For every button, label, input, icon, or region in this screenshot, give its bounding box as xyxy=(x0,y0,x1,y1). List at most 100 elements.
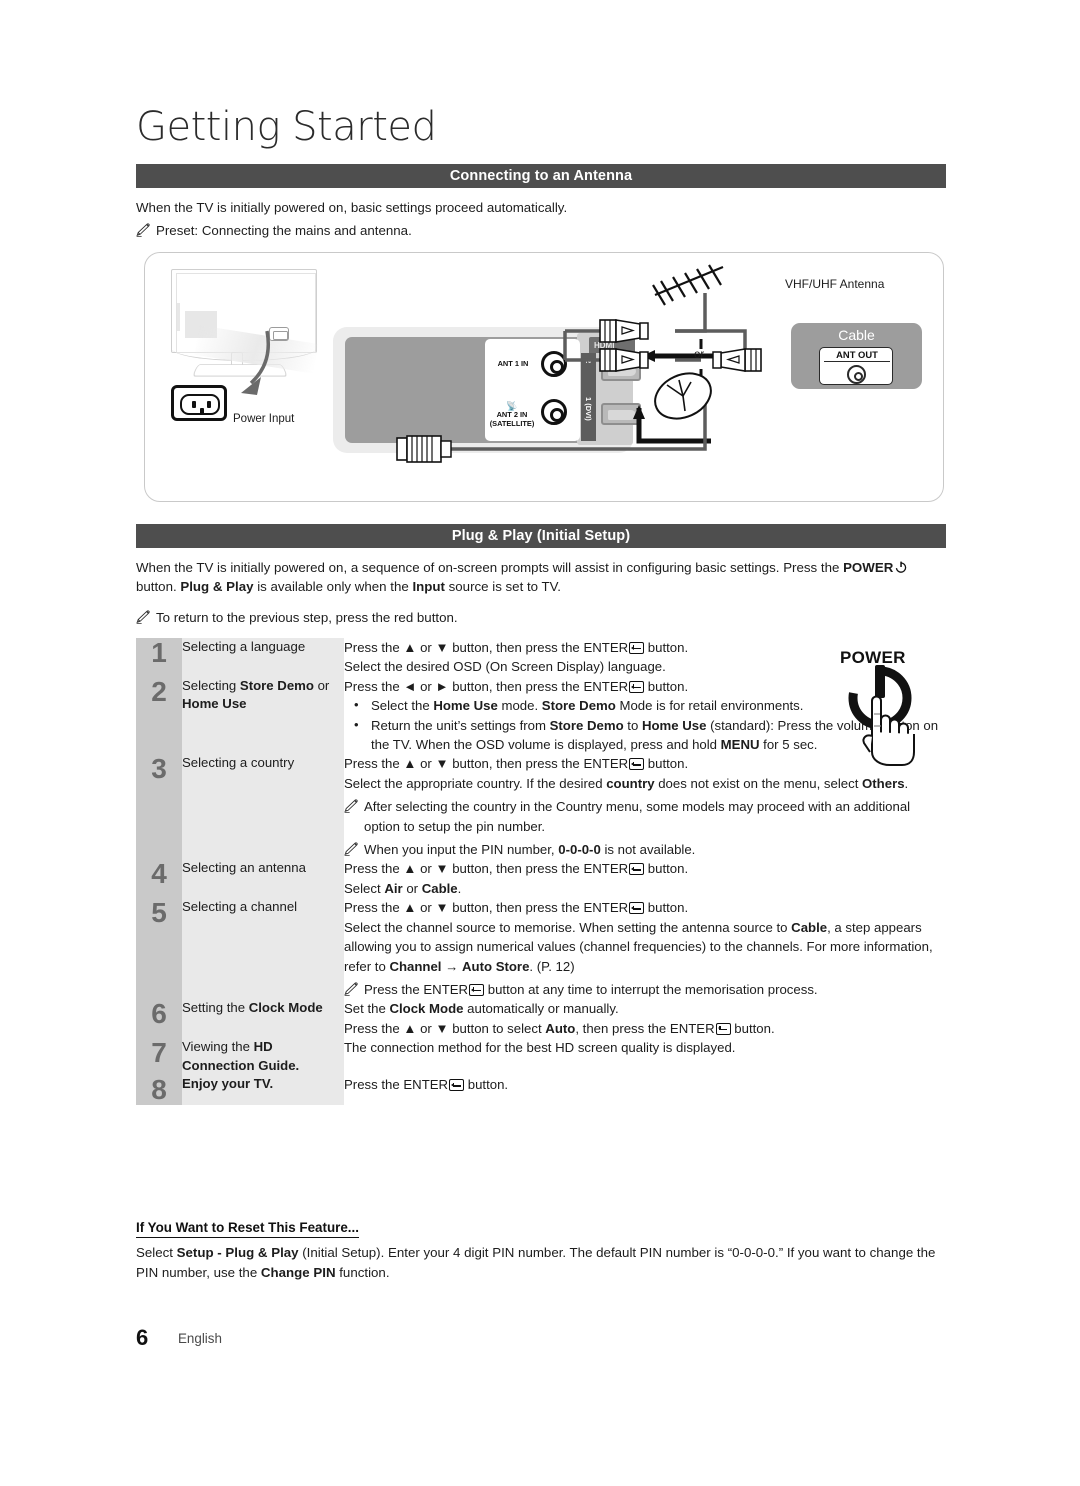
reset-feature-heading: If You Want to Reset This Feature... xyxy=(136,1220,359,1238)
step-label-pre: Selecting xyxy=(182,677,240,693)
step-label: Selecting a country xyxy=(182,754,344,860)
step-number: 8 xyxy=(136,1075,182,1106)
step-line: Press the ▲ or ▼ button, then press the … xyxy=(344,900,689,916)
table-row: 3 Selecting a country Press the ▲ or ▼ b… xyxy=(136,754,946,860)
vhf-uhf-antenna-label: VHF/UHF Antenna xyxy=(785,277,885,291)
power-word-inline: POWER xyxy=(843,560,894,575)
reset-body-part1: Select xyxy=(136,1245,177,1260)
step-label-text: Selecting an antenna xyxy=(182,860,306,876)
step-label-bold: Store Demo xyxy=(239,677,314,693)
reset-body-part3: function. xyxy=(335,1264,390,1280)
step-line: The connection method for the best HD sc… xyxy=(344,1040,736,1056)
ant-out-port-plate: ANT OUT xyxy=(819,347,893,385)
step-line: Press the ENTER button. xyxy=(344,1077,509,1093)
step-number: 1 xyxy=(136,638,182,677)
change-pin-inline: Change PIN xyxy=(260,1264,336,1280)
table-row: 6 Setting the Clock Mode Set the Clock M… xyxy=(136,999,946,1039)
plugplay-note-text: To return to the previous step, press th… xyxy=(156,610,458,625)
reset-feature-body: Select Setup - Plug & Play (Initial Setu… xyxy=(136,1243,948,1282)
page-language-label: English xyxy=(178,1331,222,1346)
manual-page: Getting Started Connecting to an Antenna… xyxy=(0,0,1080,1486)
step-description: Press the ENTER button. xyxy=(344,1075,946,1105)
step-number: 3 xyxy=(136,754,182,860)
step-line: Set the Clock Mode automatically or manu… xyxy=(344,1001,619,1017)
enter-button-token: ENTER xyxy=(670,1021,731,1036)
enter-button-token: ENTER xyxy=(583,861,645,876)
step-note-text: Press the ENTER button at any time to in… xyxy=(364,981,818,997)
step-label-bold: Clock Mode xyxy=(248,1000,323,1016)
step-label: Setting the Clock Mode xyxy=(182,999,344,1039)
step-label: Selecting Store Demo or Home Use xyxy=(182,676,344,755)
antenna-note-text: Preset: Connecting the mains and antenna… xyxy=(156,223,412,238)
step-note: After selecting the country in the Count… xyxy=(344,793,946,836)
enter-button-token: ENTER xyxy=(583,900,645,915)
step-label: Viewing the HD Connection Guide. xyxy=(182,1038,344,1076)
step-label-pre: Setting the xyxy=(182,1000,249,1016)
step-line: Press the ▲ or ▼ button, then press the … xyxy=(344,861,689,877)
page-number: 6 xyxy=(136,1325,149,1350)
step-line: Select Air or Cable. xyxy=(344,880,462,896)
note-pencil-icon xyxy=(344,982,359,996)
step-label-text: Selecting a country xyxy=(182,755,295,771)
cable-box-title: Cable xyxy=(838,327,875,343)
step-number: 6 xyxy=(136,999,182,1039)
plugplay-intro-part3: is available only when the xyxy=(253,579,413,594)
step-description: Set the Clock Mode automatically or manu… xyxy=(344,999,946,1038)
setup-steps-table: 1 Selecting a language Press the ▲ or ▼ … xyxy=(136,638,946,1106)
step-description: Press the ▲ or ▼ button, then press the … xyxy=(344,898,946,999)
step-label: Selecting an antenna xyxy=(182,859,344,899)
enter-button-token: ENTER xyxy=(583,679,645,694)
plugplay-intro-text: When the TV is initially powered on, a s… xyxy=(136,558,948,596)
step-label-post: or xyxy=(313,677,330,693)
step-number: 2 xyxy=(136,676,182,755)
page-title: Getting Started xyxy=(136,104,437,150)
antenna-note-row: Preset: Connecting the mains and antenna… xyxy=(136,221,936,240)
step-label-text: Selecting a language xyxy=(182,639,306,654)
plugplay-intro-part2: button. xyxy=(136,579,181,594)
step-note-text: After selecting the country in the Count… xyxy=(364,799,911,834)
step-line: Select the channel source to memorise. W… xyxy=(344,919,933,974)
table-row: 5 Selecting a channel Press the ▲ or ▼ b… xyxy=(136,898,946,1000)
power-button-illustration: POWER xyxy=(828,648,948,788)
step-line: Press the ▲ or ▼ button to select Auto, … xyxy=(344,1020,775,1036)
step-label: Enjoy your TV. xyxy=(182,1075,344,1106)
plugplay-intro-part4: source is set to TV. xyxy=(444,579,561,594)
enter-button-token: ENTER xyxy=(583,756,645,771)
step-number: 4 xyxy=(136,859,182,899)
note-pencil-icon xyxy=(136,610,151,624)
step-note: Press the ENTER button at any time to in… xyxy=(344,976,946,999)
input-word-inline: Input xyxy=(412,579,445,594)
note-pencil-icon xyxy=(344,842,359,856)
enter-button-token: ENTER xyxy=(403,1077,465,1092)
antenna-intro-text: When the TV is initially powered on, bas… xyxy=(136,200,568,215)
ant-out-divider xyxy=(824,361,890,363)
step-label-bold2: Home Use xyxy=(182,696,247,712)
antenna-connection-diagram: Power Input ANT 1 IN 📡 ANT 2 IN (SATELLI… xyxy=(144,252,944,502)
step-note-text: When you input the PIN number, 0-0-0-0 i… xyxy=(364,842,696,858)
step-label: Selecting a channel xyxy=(182,898,344,1000)
cable-box-illustration: Cable ANT OUT xyxy=(791,323,922,389)
ant-out-label: ANT OUT xyxy=(836,349,878,360)
step-label-text: Selecting a channel xyxy=(182,899,298,915)
step-description: Press the ▲ or ▼ button, then press the … xyxy=(344,859,946,898)
or-label: or xyxy=(694,349,705,361)
power-graphic-label: POWER xyxy=(840,648,906,667)
plugplay-note-row: To return to the previous step, press th… xyxy=(136,608,948,627)
step-description: The connection method for the best HD sc… xyxy=(344,1038,946,1075)
step-number: 5 xyxy=(136,898,182,1000)
setup-plug-and-play-inline: Setup - Plug & Play xyxy=(176,1245,299,1260)
section-header-connecting-to-an-antenna: Connecting to an Antenna xyxy=(136,164,946,188)
table-row: 2 Selecting Store Demo or Home Use Press… xyxy=(136,676,946,755)
step-number: 7 xyxy=(136,1038,182,1076)
power-symbol-icon xyxy=(895,559,907,573)
table-row: 4 Selecting an antenna Press the ▲ or ▼ … xyxy=(136,859,946,899)
step-label-bold: Enjoy your TV. xyxy=(182,1076,274,1092)
plugplay-intro-part1: When the TV is initially powered on, a s… xyxy=(136,560,844,575)
table-row: 1 Selecting a language Press the ▲ or ▼ … xyxy=(136,638,946,677)
section-header-plug-and-play: Plug & Play (Initial Setup) xyxy=(136,524,946,548)
note-pencil-icon xyxy=(136,223,151,237)
step-label-pre: Viewing the xyxy=(182,1039,254,1055)
table-row: 8 Enjoy your TV. Press the ENTER button. xyxy=(136,1075,946,1106)
enter-button-token: ENTER xyxy=(583,640,645,655)
note-pencil-icon xyxy=(344,799,359,813)
